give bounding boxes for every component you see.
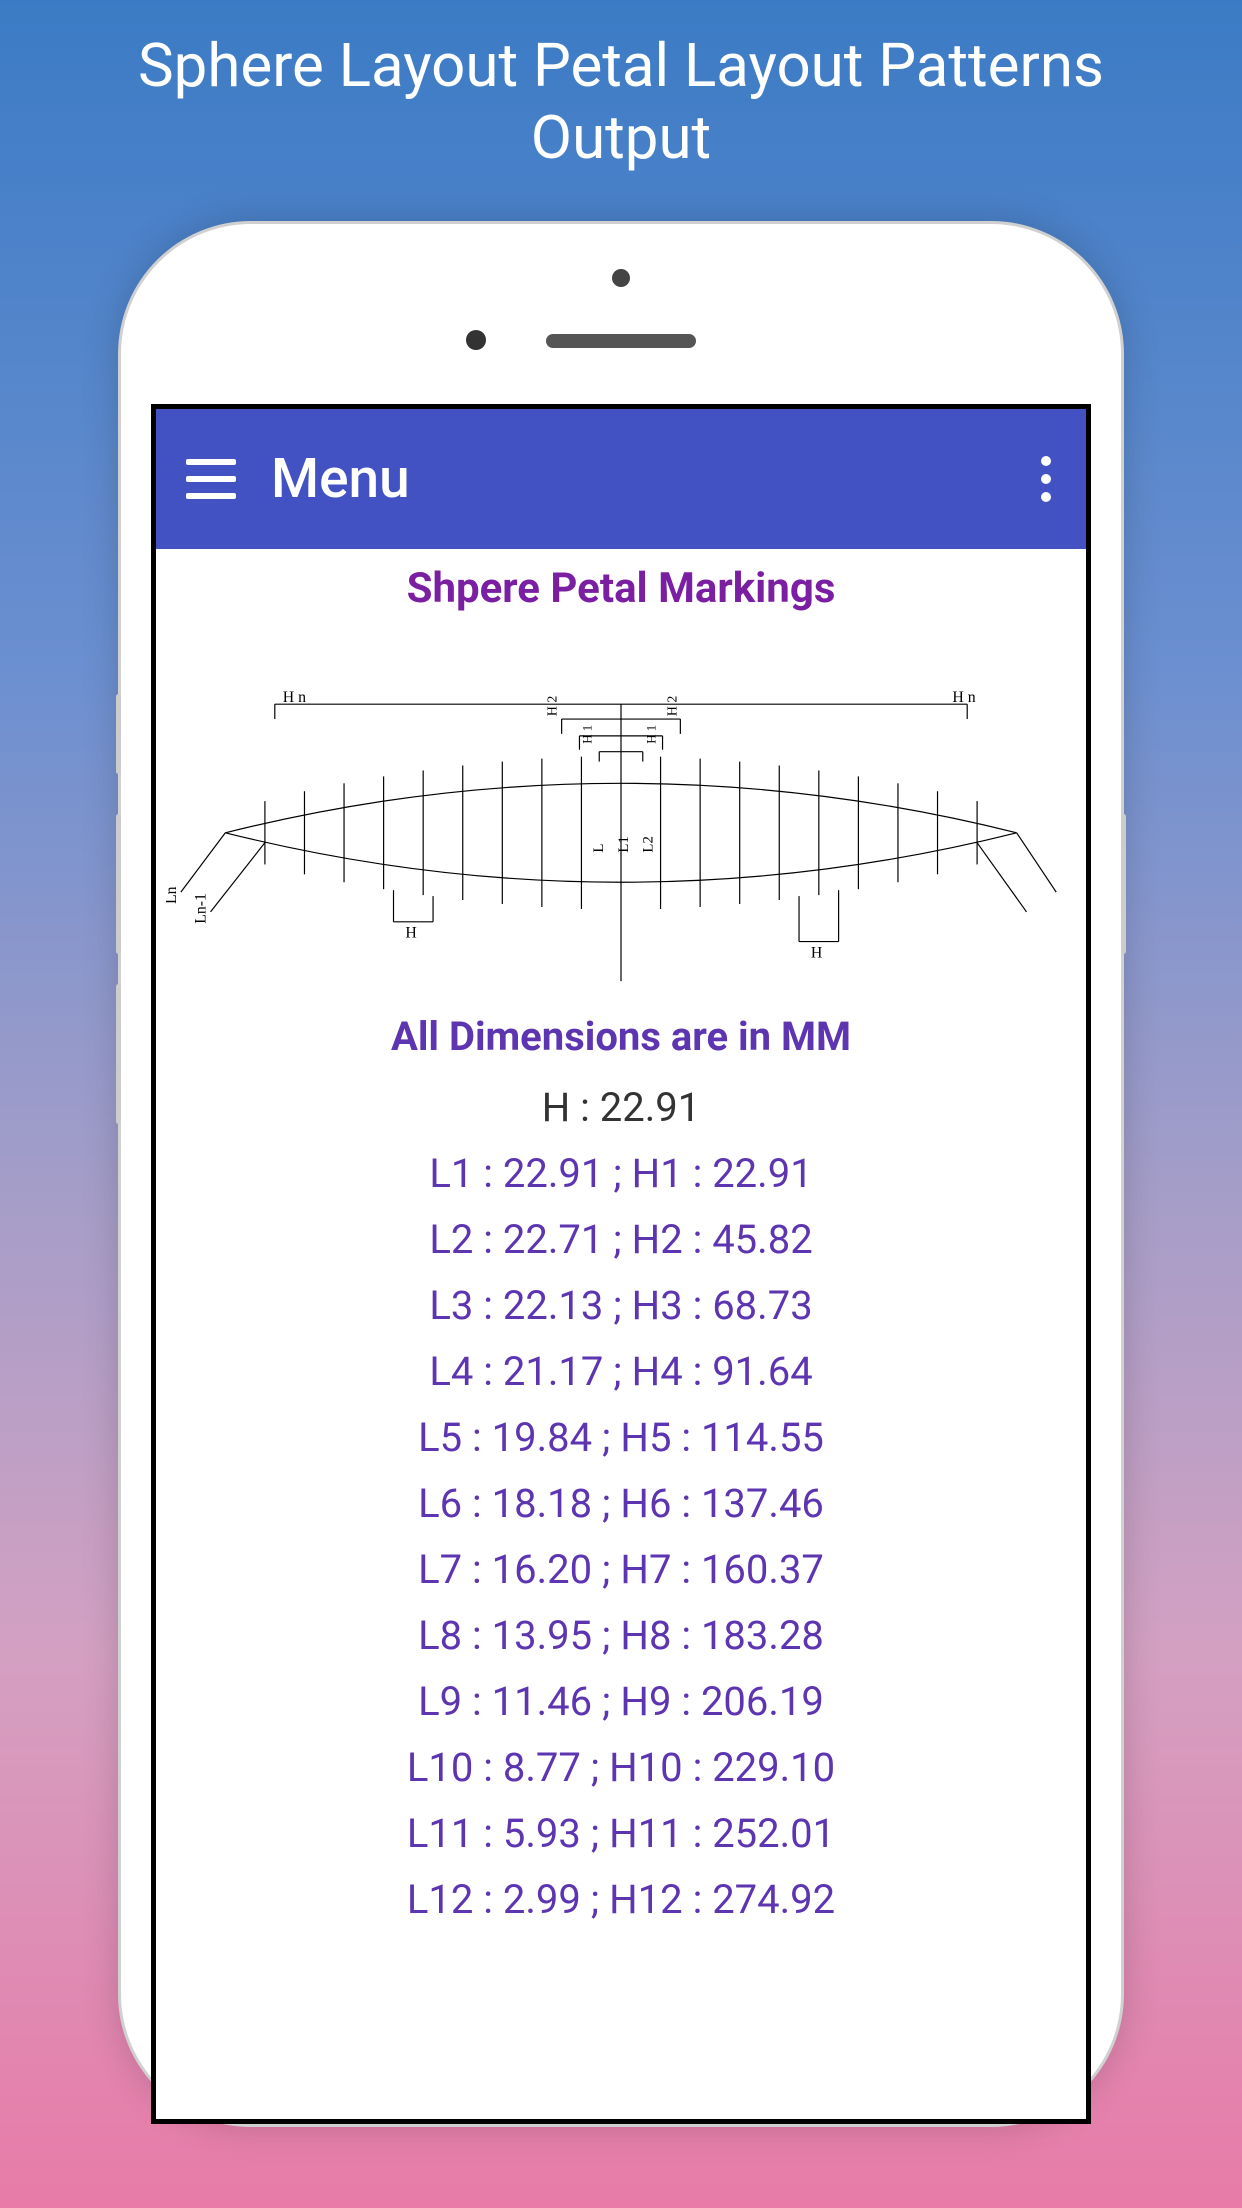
diagram-label-l: L — [591, 844, 607, 853]
diagram-label-hn-left: H n — [283, 689, 306, 706]
diagram-label-h2: H 2 — [545, 696, 560, 716]
dimension-row: L9 : 11.46 ; H9 : 206.19 — [156, 1669, 1086, 1735]
dimension-h-value: H : 22.91 — [156, 1075, 1086, 1141]
diagram-label-h-left: H — [405, 925, 416, 942]
promo-title: Sphere Layout Petal Layout Patterns Outp… — [0, 0, 1242, 204]
dimension-row: L11 : 5.93 ; H11 : 252.01 — [156, 1801, 1086, 1867]
dimension-row: L8 : 13.95 ; H8 : 183.28 — [156, 1603, 1086, 1669]
phone-camera — [466, 330, 486, 350]
petal-diagram: Ln Ln-1 H n H 2 H 1 H 1 H 2 L L1 L2 H n … — [156, 643, 1086, 983]
dimension-row: L7 : 16.20 ; H7 : 160.37 — [156, 1537, 1086, 1603]
phone-side-button — [116, 814, 121, 954]
dimension-row: L6 : 18.18 ; H6 : 137.46 — [156, 1471, 1086, 1537]
diagram-label-l1: L1 — [616, 836, 632, 852]
dimension-row: L5 : 19.84 ; H5 : 114.55 — [156, 1405, 1086, 1471]
dimension-row: L12 : 2.99 ; H12 : 274.92 — [156, 1867, 1086, 1933]
dimension-row: L10 : 8.77 ; H10 : 229.10 — [156, 1735, 1086, 1801]
diagram-label-hn-right: H n — [952, 689, 975, 706]
diagram-label-ln: Ln — [166, 886, 180, 904]
app-screen: Menu Shpere Petal Markings — [151, 404, 1091, 2124]
app-bar-title: Menu — [271, 447, 410, 511]
diagram-label-h1-r: H 1 — [645, 725, 659, 744]
dimension-row: L1 : 22.91 ; H1 : 22.91 — [156, 1141, 1086, 1207]
phone-side-button — [116, 984, 121, 1124]
dimension-row: L4 : 21.17 ; H4 : 91.64 — [156, 1339, 1086, 1405]
diagram-label-ln1: Ln-1 — [193, 893, 210, 924]
dimension-row: L2 : 22.71 ; H2 : 45.82 — [156, 1207, 1086, 1273]
phone-side-button — [116, 694, 121, 774]
diagram-label-h-right: H — [811, 944, 822, 961]
content-title: Shpere Petal Markings — [156, 564, 1086, 613]
app-bar: Menu — [156, 409, 1086, 549]
phone-sensor — [612, 269, 630, 287]
diagram-label-h1: H 1 — [580, 725, 594, 744]
phone-frame: Menu Shpere Petal Markings — [121, 224, 1121, 2124]
more-options-icon[interactable] — [1041, 456, 1051, 502]
phone-side-button — [1121, 814, 1126, 954]
hamburger-menu-icon[interactable] — [186, 459, 236, 499]
content-area: Shpere Petal Markings — [156, 549, 1086, 2119]
phone-speaker — [546, 334, 696, 348]
diagram-label-l2: L2 — [641, 836, 657, 852]
diagram-label-h2-r: H 2 — [664, 696, 679, 716]
dimension-row: L3 : 22.13 ; H3 : 68.73 — [156, 1273, 1086, 1339]
dimensions-title: All Dimensions are in MM — [156, 1013, 1086, 1060]
